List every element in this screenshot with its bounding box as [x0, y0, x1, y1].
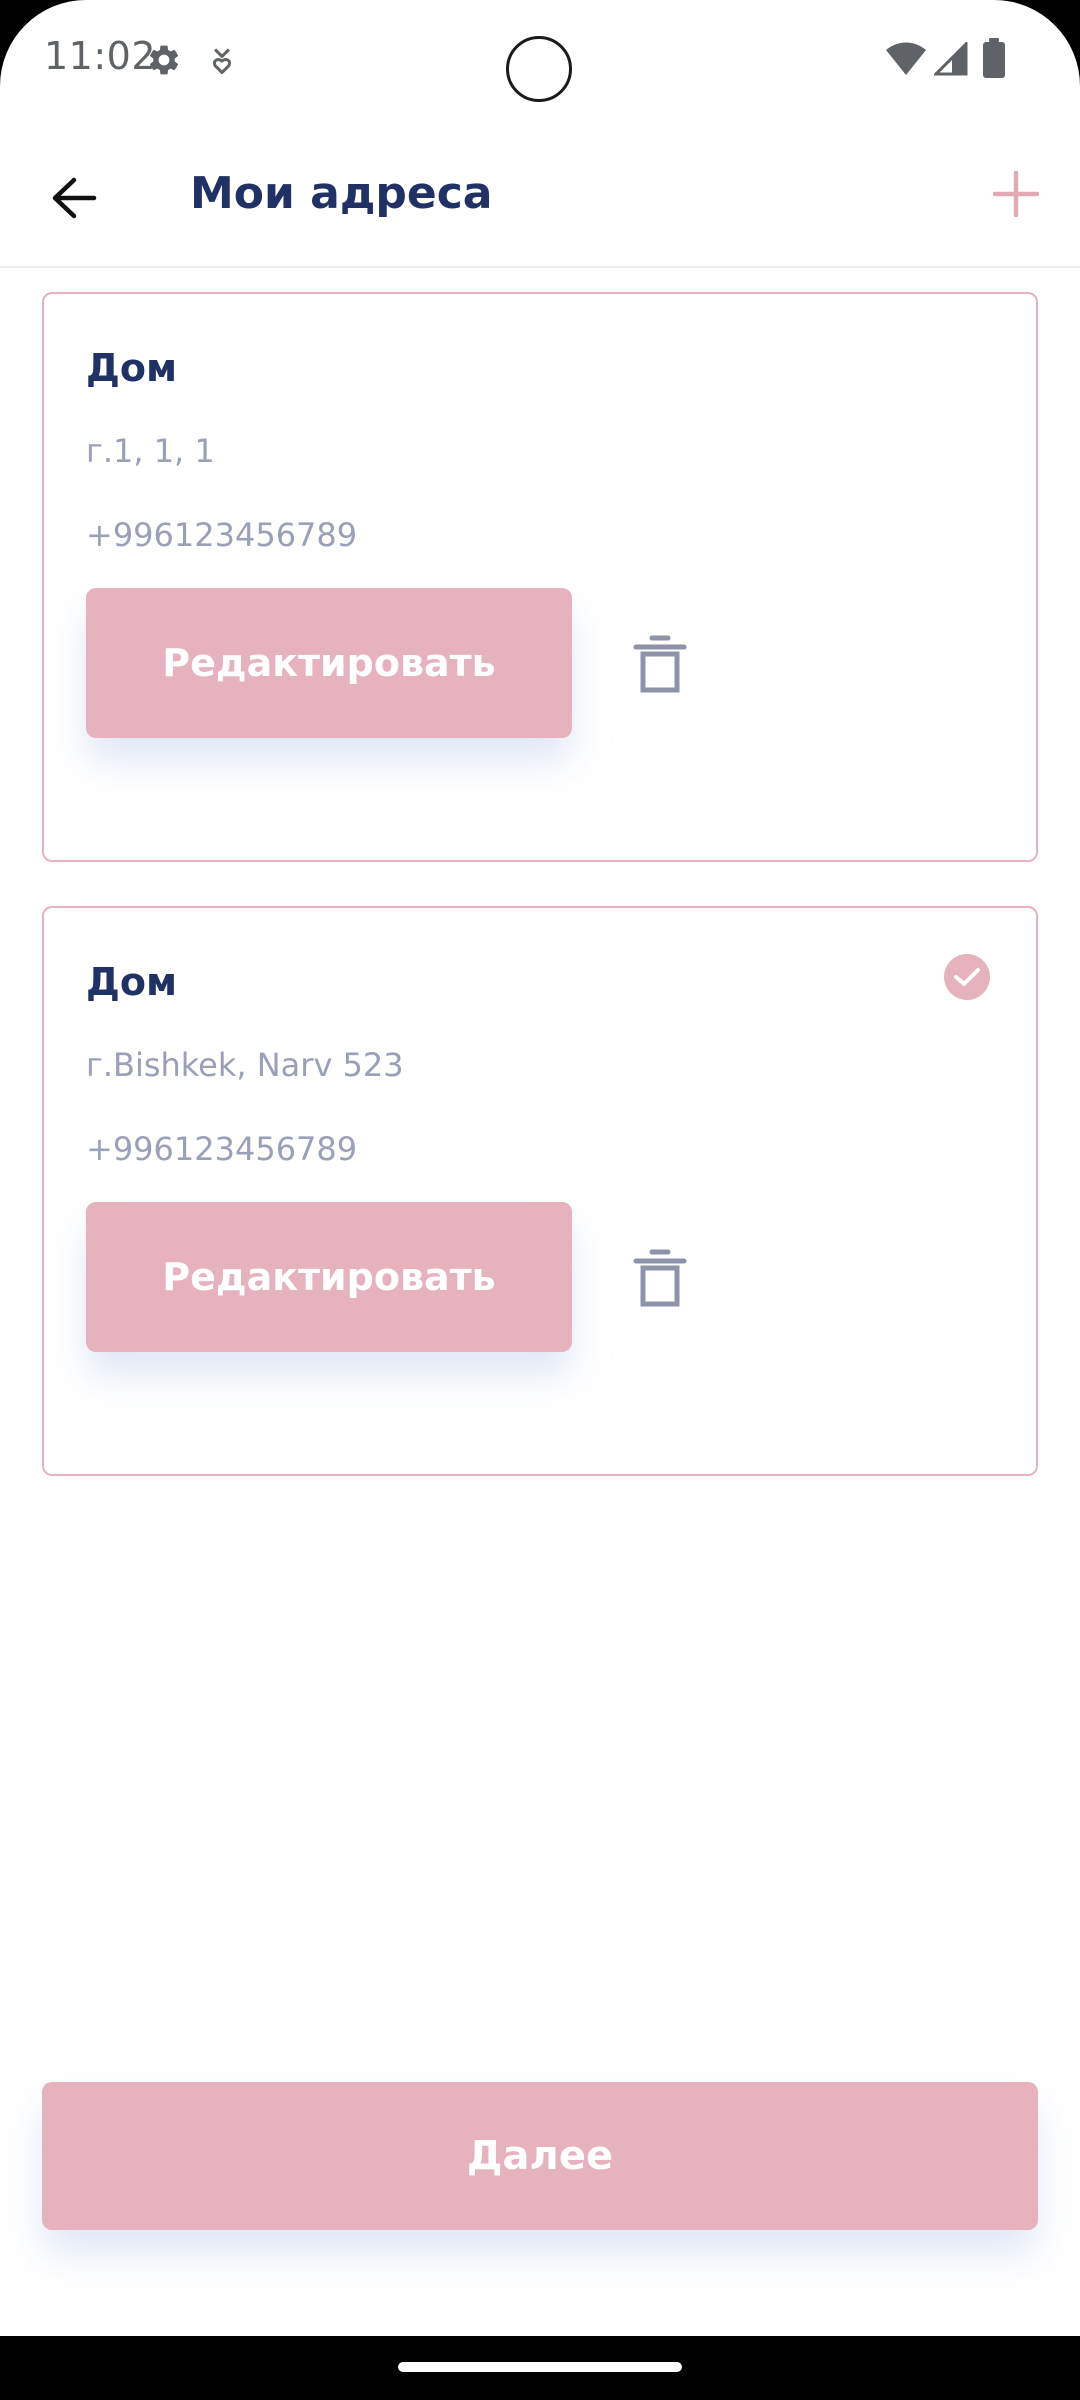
screen: 11:02 Мои адреса Дом г.1, 1, 1 +99612345…	[0, 0, 1080, 2400]
app-bar: Мои адреса	[0, 120, 1080, 268]
cellular-signal-icon	[934, 42, 968, 76]
page-title: Мои адреса	[190, 168, 493, 219]
wifi-icon	[886, 42, 926, 75]
address-card[interactable]: Дом г.1, 1, 1 +996123456789 Редактироват…	[42, 292, 1038, 862]
address-card-selected[interactable]: Дом г.Bishkek, Narv 523 +996123456789 Ре…	[42, 906, 1038, 1476]
selected-check-icon	[944, 954, 990, 1000]
status-time: 11:02	[44, 34, 157, 78]
address-name: Дом	[86, 346, 178, 390]
delete-address-button[interactable]	[620, 1238, 700, 1318]
trash-icon	[633, 1249, 687, 1307]
download-status-icon	[213, 48, 231, 75]
settings-icon	[149, 45, 179, 75]
battery-icon	[983, 38, 1005, 78]
delete-address-button[interactable]	[620, 624, 700, 704]
back-button[interactable]	[34, 160, 114, 236]
address-phone: +996123456789	[86, 516, 358, 554]
address-name: Дом	[86, 960, 178, 1004]
address-line: г.1, 1, 1	[86, 432, 215, 470]
address-line: г.Bishkek, Narv 523	[86, 1046, 404, 1084]
address-phone: +996123456789	[86, 1130, 358, 1168]
trash-icon	[633, 635, 687, 693]
edit-address-button[interactable]: Редактировать	[86, 588, 572, 738]
arrow-back-icon	[52, 177, 97, 219]
home-indicator[interactable]	[398, 2362, 682, 2372]
add-address-button[interactable]	[980, 158, 1052, 230]
next-button[interactable]: Далее	[42, 2082, 1038, 2230]
edit-address-button[interactable]: Редактировать	[86, 1202, 572, 1352]
plus-icon	[993, 171, 1039, 217]
front-camera-cutout	[506, 36, 572, 102]
